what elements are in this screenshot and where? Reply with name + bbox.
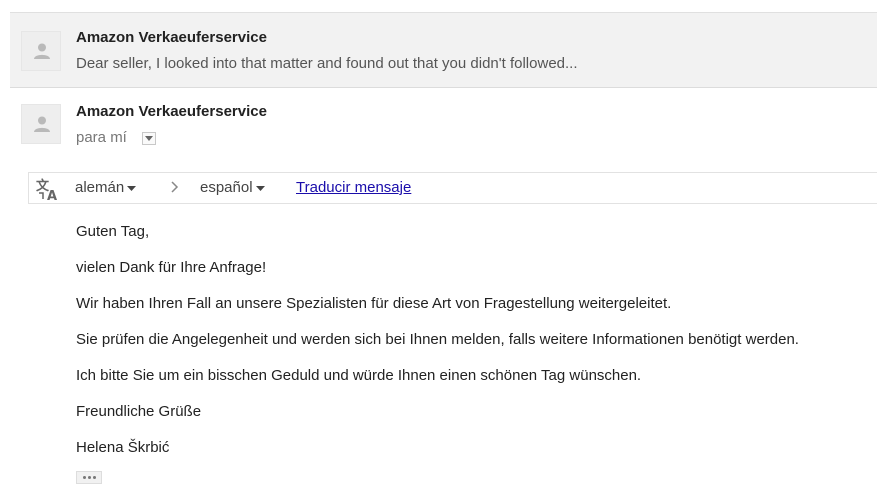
translate-icon: 文 A xyxy=(36,178,57,201)
recipient-line: para mí xyxy=(76,129,127,146)
svg-text:A: A xyxy=(47,189,57,201)
sender-avatar xyxy=(21,104,61,144)
caret-down-icon xyxy=(127,185,137,191)
sender-name: Amazon Verkaeuferservice xyxy=(76,29,267,46)
target-language-label: español xyxy=(200,179,253,196)
collapsed-message[interactable]: Amazon Verkaeuferservice Dear seller, I … xyxy=(10,12,877,88)
show-trimmed-content-button[interactable] xyxy=(76,471,102,484)
body-line: Guten Tag, xyxy=(76,223,150,240)
chevron-right-icon xyxy=(171,181,179,193)
caret-down-icon xyxy=(255,185,265,191)
person-icon xyxy=(34,116,50,132)
source-language-label: alemán xyxy=(75,179,125,196)
message-snippet: Dear seller, I looked into that matter a… xyxy=(76,55,578,72)
body-line: Sie prüfen die Angelegenheit und werden … xyxy=(76,331,799,348)
body-line: Helena Škrbić xyxy=(76,439,170,456)
body-line: Ich bitte Sie um ein bisschen Geduld und… xyxy=(76,367,642,384)
sender-name: Amazon Verkaeuferservice xyxy=(76,103,267,120)
show-details-button[interactable] xyxy=(142,132,156,145)
body-line: Wir haben Ihren Fall an unsere Spezialis… xyxy=(76,295,672,312)
body-line: vielen Dank für Ihre Anfrage! xyxy=(76,259,267,276)
ellipsis-icon xyxy=(83,476,86,479)
body-line: Freundliche Grüße xyxy=(76,403,202,420)
translate-bar: 文 A alemán español Traducir mensaje xyxy=(28,172,877,204)
sender-avatar xyxy=(21,31,61,71)
chevron-down-icon xyxy=(145,136,153,141)
source-language-select[interactable]: alemán xyxy=(75,179,137,196)
target-language-select[interactable]: español xyxy=(200,179,265,196)
translate-message-link[interactable]: Traducir mensaje xyxy=(296,179,411,196)
person-icon xyxy=(34,43,50,59)
